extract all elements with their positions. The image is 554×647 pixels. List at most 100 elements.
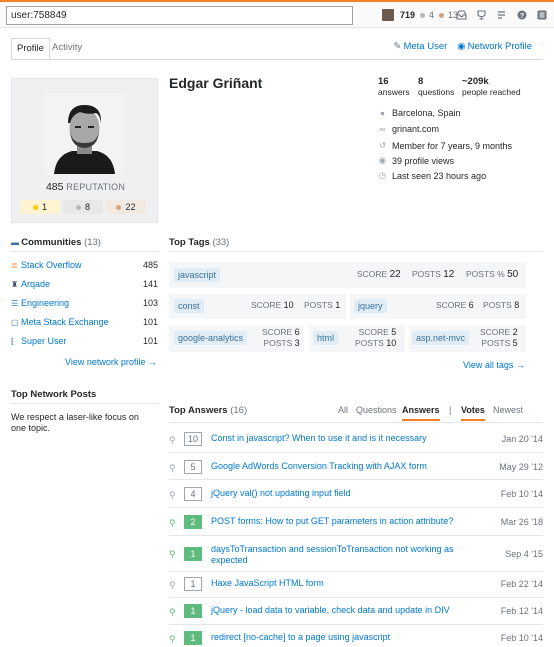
avatar[interactable] xyxy=(382,9,394,21)
location-text: Barcelona, Spain xyxy=(392,108,461,118)
score-label: SCORE xyxy=(436,300,467,310)
community-rep: 101 xyxy=(142,336,158,346)
answer-icon: ⚲ xyxy=(169,518,176,528)
answer-row[interactable]: ⚲ 1 redirect [no-cache] to a page using … xyxy=(169,629,543,647)
tag-posts: POSTS 5 xyxy=(480,338,517,349)
achievements-icon[interactable] xyxy=(476,10,487,20)
answer-date: Feb 10 '14 xyxy=(500,489,543,499)
network-profile-link[interactable]: ◉ Network Profile xyxy=(457,41,532,52)
reputation-count: 719 xyxy=(400,10,416,20)
sort-newest[interactable]: Newest xyxy=(493,405,523,415)
answer-date: Feb 22 '14 xyxy=(500,579,543,589)
user-summary[interactable]: 719 4 13 xyxy=(382,9,458,21)
engineering-icon: ☰ xyxy=(11,299,19,308)
view-all-tags-link[interactable]: View all tags → xyxy=(463,360,525,370)
community-row[interactable]: ≣ Stack Overflow 485 xyxy=(11,260,158,270)
tag-posts: POSTS 10 xyxy=(355,338,396,349)
gold-badges[interactable]: 1 xyxy=(20,200,60,214)
answer-title[interactable]: daysToTransaction and sessionToTransacti… xyxy=(211,544,461,566)
tag-asp-net-mvc[interactable]: asp.net-mvc xyxy=(412,331,470,345)
tag-const[interactable]: const xyxy=(174,299,204,313)
posts-value: 12 xyxy=(443,269,455,280)
answer-row[interactable]: ⚲ 2 POST forms: How to put GET parameter… xyxy=(169,513,543,533)
tag-score: SCORE 2 xyxy=(480,327,518,338)
info-member: ↺ Member for 7 years, 9 months xyxy=(378,140,512,151)
accepted-answer-score: 1 xyxy=(184,547,202,561)
meta-user-link[interactable]: ✎ Meta User xyxy=(393,41,447,52)
tag-javascript[interactable]: javascript xyxy=(174,268,221,282)
profile-card: 485 REPUTATION 1 8 22 xyxy=(11,78,158,223)
silver-badge-count: 8 xyxy=(84,202,90,212)
top-tags-title: Top Tags xyxy=(169,237,210,248)
website-text: grinant.com xyxy=(392,124,440,134)
meta-links: ✎ Meta User ◉ Network Profile xyxy=(393,41,532,52)
network-icon: ◉ xyxy=(457,41,466,52)
community-rep: 103 xyxy=(142,298,158,308)
community-row[interactable]: ☰ Engineering 103 xyxy=(11,298,158,308)
link-icon: ∞ xyxy=(379,124,386,134)
topbar-icons: ? xyxy=(456,10,547,20)
score-label: SCORE xyxy=(358,327,389,337)
answer-title[interactable]: Haxe JavaScript HTML form xyxy=(211,578,471,589)
answer-score: 1 xyxy=(184,577,202,591)
answer-title[interactable]: redirect [no-cache] to a page using java… xyxy=(211,632,471,643)
reached-count: ~209k xyxy=(462,76,489,87)
help-icon[interactable]: ? xyxy=(516,10,527,20)
answer-title[interactable]: Const in javascript? When to use it and … xyxy=(211,433,471,444)
communities-title: Communities xyxy=(21,237,82,248)
answer-row[interactable]: ⚲ 1 jQuery - load data to variable, chec… xyxy=(169,602,543,622)
score-label: SCORE xyxy=(251,300,282,310)
top-answers-heading[interactable]: Top Answers (16) xyxy=(169,405,247,416)
divider xyxy=(169,251,543,252)
info-website[interactable]: ∞ grinant.com xyxy=(378,124,439,134)
profile-avatar[interactable] xyxy=(44,93,125,174)
posts-label: POSTS xyxy=(355,338,384,348)
search-input[interactable] xyxy=(6,6,353,25)
answer-row[interactable]: ⚲ 1 daysToTransaction and sessionToTrans… xyxy=(169,541,543,569)
answer-title[interactable]: jQuery - load data to variable, check da… xyxy=(211,605,471,616)
communities-heading[interactable]: ▬ Communities (13) xyxy=(11,237,101,248)
stat-answers: 16 answers xyxy=(378,77,410,98)
filter-all[interactable]: All xyxy=(338,405,348,415)
answer-row[interactable]: ⚲ 5 Google AdWords Conversion Tracking w… xyxy=(169,458,543,478)
tab-activity[interactable]: Activity xyxy=(52,42,82,53)
answer-title[interactable]: jQuery val() not updating input field xyxy=(211,488,471,499)
tag-jquery[interactable]: jquery xyxy=(354,299,387,313)
tag-google-analytics[interactable]: google-analytics xyxy=(174,331,248,345)
filter-questions[interactable]: Questions xyxy=(356,405,397,415)
row-divider xyxy=(169,507,543,508)
community-row[interactable]: ♜ Arqade 141 xyxy=(11,279,158,289)
posts-label: POSTS xyxy=(483,300,512,310)
top-tags-heading[interactable]: Top Tags (33) xyxy=(169,237,229,248)
answer-row[interactable]: ⚲ 1 Haxe JavaScript HTML form Feb 22 '14 xyxy=(169,575,543,595)
tag-posts: POSTS 8 xyxy=(483,300,519,310)
location-icon: ● xyxy=(379,108,386,118)
site-switcher-icon[interactable] xyxy=(536,10,547,20)
answer-row[interactable]: ⚲ 4 jQuery val() not updating input fiel… xyxy=(169,485,543,505)
tag-html[interactable]: html xyxy=(313,331,339,345)
answer-title[interactable]: POST forms: How to put GET parameters in… xyxy=(211,516,471,527)
sort-votes[interactable]: Votes xyxy=(461,405,485,421)
divider xyxy=(11,403,158,404)
answers-label: answers xyxy=(378,87,410,97)
posts-value: 8 xyxy=(514,300,520,310)
communities-count: (13) xyxy=(84,237,101,248)
view-network-profile-link[interactable]: View network profile → xyxy=(65,357,157,367)
posts-value: 10 xyxy=(386,338,397,348)
community-row[interactable]: ⁅ Super User 101 xyxy=(11,336,158,346)
answer-title[interactable]: Google AdWords Conversion Tracking with … xyxy=(211,461,471,472)
score-value: 22 xyxy=(389,269,401,280)
bronze-badges[interactable]: 22 xyxy=(106,200,146,214)
score-value: 10 xyxy=(283,300,294,310)
meta-icon: ✎ xyxy=(393,41,402,52)
answer-row[interactable]: ⚲ 10 Const in javascript? When to use it… xyxy=(169,430,543,450)
community-row[interactable]: ▢ Meta Stack Exchange 101 xyxy=(11,317,158,327)
tab-profile[interactable]: Profile xyxy=(11,38,50,60)
review-queue-icon[interactable] xyxy=(496,10,507,20)
answer-score: 5 xyxy=(184,460,202,474)
silver-badges[interactable]: 8 xyxy=(63,200,103,214)
filter-answers[interactable]: Answers xyxy=(402,405,440,421)
inbox-icon[interactable] xyxy=(456,10,467,20)
badge-counts: 1 8 22 xyxy=(20,200,146,214)
community-name: Stack Overflow xyxy=(21,260,82,270)
